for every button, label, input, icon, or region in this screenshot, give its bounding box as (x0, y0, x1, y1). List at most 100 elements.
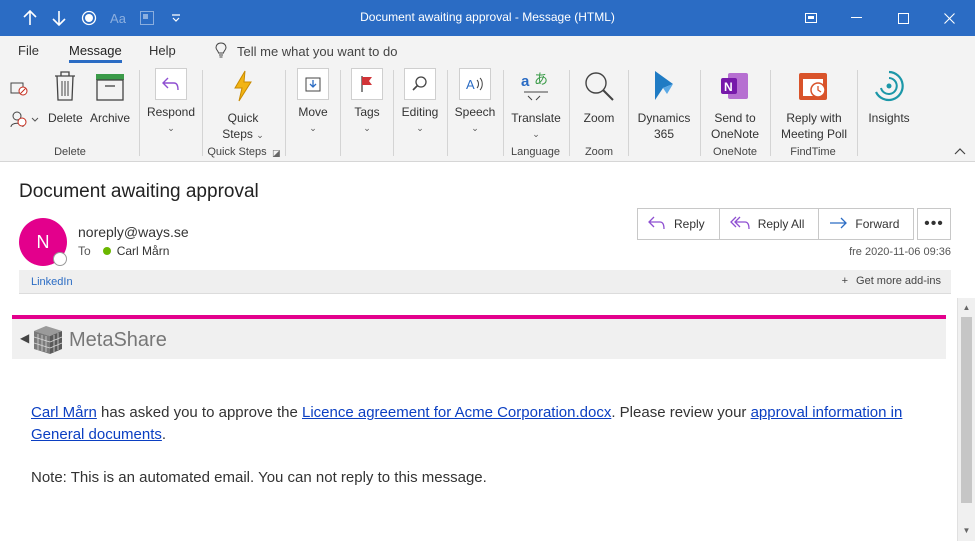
findtime-icon (776, 70, 852, 106)
chevron-down-icon: ⌄ (256, 130, 264, 140)
group-label-findtime: FindTime (790, 146, 836, 158)
get-more-addins-button[interactable]: + Get more add-ins (842, 275, 941, 287)
archive-button[interactable]: Archive (88, 70, 132, 126)
dynamics-365-button[interactable]: Dynamics 365 (634, 70, 694, 142)
zoom-button[interactable]: Zoom (578, 70, 620, 126)
presence-status-icon (53, 252, 67, 266)
editing-button[interactable]: Editing ⌄ (399, 68, 441, 136)
scroll-up-icon[interactable]: ▲ (958, 299, 975, 316)
addin-bar: LinkedIn + Get more add-ins (19, 270, 951, 294)
reply-all-icon (729, 216, 750, 233)
onenote-icon: N (706, 70, 764, 106)
translate-icon: aあ (510, 70, 562, 106)
reply-all-button[interactable]: Reply All (720, 209, 820, 239)
scrollbar-thumb[interactable] (961, 317, 972, 503)
move-folder-icon (297, 68, 329, 100)
close-icon[interactable] (926, 0, 972, 36)
person-link[interactable]: Carl Mårn (31, 404, 97, 421)
brand-name: MetaShare (69, 329, 167, 351)
ribbon-separator (503, 70, 504, 156)
group-label-onenote: OneNote (712, 146, 758, 158)
recipient-name[interactable]: Carl Mårn (117, 244, 170, 258)
more-actions-button[interactable]: ••• (917, 208, 951, 240)
insights-icon (864, 70, 914, 106)
ribbon-separator (700, 70, 701, 156)
vertical-scrollbar[interactable]: ▲ ▼ (957, 298, 975, 541)
read-aloud-icon: A (459, 68, 491, 100)
chevron-down-icon: ⌄ (363, 123, 371, 133)
cleanup-icon[interactable] (10, 110, 40, 132)
svg-text:あ: あ (534, 72, 548, 88)
minimize-icon[interactable] (834, 0, 880, 36)
group-label-delete: Delete (54, 146, 86, 158)
ribbon-display-options-icon[interactable] (788, 0, 834, 36)
reply-icon (648, 216, 666, 233)
tab-file[interactable]: File (18, 43, 39, 58)
chevron-down-icon: ⌄ (471, 123, 479, 133)
tab-message[interactable]: Message (69, 43, 122, 63)
message-date: fre 2020-11-06 09:36 (849, 246, 951, 258)
lightning-icon (218, 70, 268, 106)
sender-address[interactable]: noreply@ways.se (78, 224, 189, 240)
automated-note: Note: This is an automated email. You ca… (31, 469, 487, 486)
ribbon-separator (202, 70, 203, 156)
dynamics-365-icon (634, 70, 694, 106)
metashare-header: ◀ MetaShare (12, 319, 946, 359)
speech-button[interactable]: A Speech ⌄ (453, 68, 497, 136)
translate-button[interactable]: aあ Translate ⌄ (510, 70, 562, 142)
delete-button[interactable]: Delete (48, 70, 83, 126)
chevron-down-icon: ⌄ (532, 129, 540, 139)
chevron-down-icon: ⌄ (309, 123, 317, 133)
to-label: To (78, 244, 91, 258)
forward-button[interactable]: Forward (819, 209, 913, 239)
collapse-ribbon-icon[interactable] (954, 146, 966, 158)
svg-text:N: N (724, 80, 733, 94)
move-button[interactable]: Move ⌄ (296, 68, 330, 136)
plus-icon: + (841, 275, 849, 287)
ribbon-separator (857, 70, 858, 156)
reply-arrow-icon (155, 68, 187, 100)
caret-left-icon: ◀ (20, 331, 30, 345)
chevron-down-icon: ⌄ (416, 123, 424, 133)
menu-bar: File Message Help Tell me what you want … (0, 36, 975, 64)
insights-button[interactable]: Insights (864, 70, 914, 126)
ribbon-separator (628, 70, 629, 156)
zoom-icon (578, 70, 620, 106)
reply-with-meeting-poll-button[interactable]: Reply with Meeting Poll (776, 70, 852, 142)
reply-actions: Reply Reply All Forward (637, 208, 915, 240)
respond-button[interactable]: Respond ⌄ (146, 68, 196, 136)
ignore-icon[interactable] (10, 80, 28, 100)
ribbon: Delete Archive Delete Respond ⌄ Quick St… (0, 64, 975, 162)
ribbon-separator (770, 70, 771, 156)
forward-icon (829, 216, 848, 233)
dialog-launcher-icon[interactable]: ◪ (272, 148, 281, 159)
metashare-logo (32, 325, 64, 358)
ribbon-separator (340, 70, 341, 156)
recipients-line: To Carl Mårn (78, 244, 169, 258)
lightbulb-icon (215, 42, 227, 61)
archive-icon (88, 70, 132, 106)
document-link[interactable]: Licence agreement for Acme Corporation.d… (302, 404, 611, 421)
tab-help[interactable]: Help (149, 43, 176, 58)
send-to-onenote-button[interactable]: N Send to OneNote (706, 70, 764, 142)
chevron-down-icon: ⌄ (167, 123, 175, 133)
ribbon-separator (139, 70, 140, 156)
message-body: ◀ MetaShare Carl Mårn has asked you to a… (0, 298, 957, 541)
tags-button[interactable]: Tags ⌄ (350, 68, 384, 136)
ribbon-separator (285, 70, 286, 156)
svg-text:A: A (466, 77, 475, 92)
ribbon-separator (569, 70, 570, 156)
search-icon (404, 68, 436, 100)
message-paragraph: Carl Mårn has asked you to approve the L… (31, 404, 903, 443)
reply-button[interactable]: Reply (638, 209, 720, 239)
group-label-zoom: Zoom (584, 146, 614, 158)
ribbon-separator (393, 70, 394, 156)
maximize-icon[interactable] (880, 0, 926, 36)
scroll-down-icon[interactable]: ▼ (958, 522, 975, 539)
title-bar: Aa Document awaiting approval - Message … (0, 0, 975, 36)
more-icon: ••• (924, 215, 944, 232)
presence-available-icon (102, 247, 111, 255)
linkedin-addin-link[interactable]: LinkedIn (31, 276, 73, 288)
quick-steps-button[interactable]: Quick Steps ⌄ (218, 70, 268, 143)
tell-me-search[interactable]: Tell me what you want to do (215, 42, 397, 61)
